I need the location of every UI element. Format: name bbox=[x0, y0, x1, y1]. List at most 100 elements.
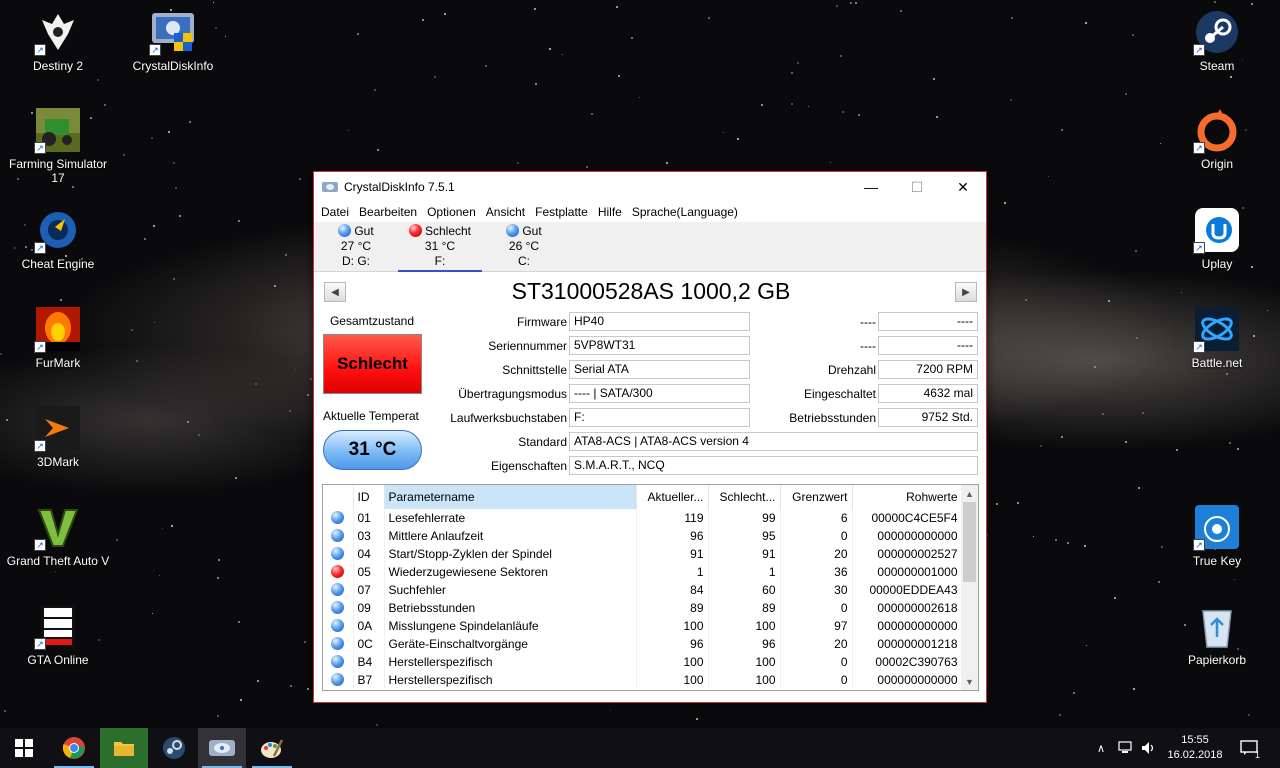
menu-hilfe[interactable]: Hilfe bbox=[593, 205, 627, 219]
battlenet-icon: ↗ bbox=[1193, 305, 1241, 353]
desktop-icon-gta5[interactable]: ↗ Grand Theft Auto V bbox=[4, 503, 112, 568]
desktop-icon-label: 3DMark bbox=[36, 455, 79, 469]
gta-online-icon: ↗ bbox=[34, 602, 82, 650]
minimize-button[interactable]: — bbox=[848, 172, 894, 202]
scrollbar-thumb[interactable] bbox=[963, 502, 976, 582]
action-center-button[interactable]: 1 bbox=[1236, 728, 1262, 768]
column-header-parameter-name[interactable]: Parametername bbox=[384, 485, 637, 509]
column-header-raw-values[interactable]: Rohwerte bbox=[852, 485, 963, 509]
desktop-icon-3dmark[interactable]: ↗ 3DMark bbox=[4, 404, 112, 469]
desktop-icon-recycle-bin[interactable]: Papierkorb bbox=[1163, 602, 1271, 667]
table-row[interactable]: 03 Mittlere Anlaufzeit 96 95 0 000000000000 bbox=[323, 527, 963, 545]
crystaldiskinfo-taskbar-icon bbox=[209, 740, 235, 756]
desktop-icon-label: Destiny 2 bbox=[32, 59, 84, 73]
desktop-icon-label: Battle.net bbox=[1191, 356, 1243, 370]
threshold-value: 20 bbox=[780, 635, 853, 653]
column-header-status[interactable] bbox=[323, 485, 354, 509]
table-row[interactable]: 01 Lesefehlerrate 119 99 6 00000C4CE5F4 bbox=[323, 509, 963, 527]
desktop-icon-uplay[interactable]: ↗ Uplay bbox=[1163, 206, 1271, 271]
column-header-worst[interactable]: Schlecht... bbox=[708, 485, 781, 509]
volume-icon[interactable] bbox=[1138, 728, 1160, 768]
drive-status: Gut bbox=[354, 224, 374, 238]
farming-simulator-icon: ↗ bbox=[34, 106, 82, 154]
column-header-threshold[interactable]: Grenzwert bbox=[780, 485, 853, 509]
close-button[interactable]: ✕ bbox=[940, 172, 986, 202]
worst-value: 95 bbox=[708, 527, 781, 545]
desktop-icon-furmark[interactable]: ↗ FurMark bbox=[4, 305, 112, 370]
desktop-icon-destiny-2[interactable]: ↗ Destiny 2 bbox=[4, 8, 112, 73]
table-row[interactable]: B4 Herstellerspezifisch 100 100 0 00002C39076… bbox=[323, 653, 963, 671]
menu-sprache[interactable]: Sprache(Language) bbox=[627, 205, 743, 219]
current-value: 100 bbox=[636, 671, 709, 689]
table-row[interactable]: 07 Suchfehler 84 60 30 00000EDDEA43 bbox=[323, 581, 963, 599]
taskbar-paint[interactable] bbox=[248, 728, 296, 768]
drive-tab-f[interactable]: Schlecht 31 °C F: bbox=[398, 222, 482, 272]
threshold-value: 6 bbox=[780, 509, 853, 527]
network-icon[interactable] bbox=[1114, 728, 1136, 768]
attribute-id: 09 bbox=[353, 599, 385, 617]
drive-model: ST31000528AS 1000,2 GB bbox=[511, 278, 791, 304]
table-row[interactable]: 05 Wiederzugewiesene Sektoren 1 1 36 00000000… bbox=[323, 563, 963, 581]
desktop-icon-cheat-engine[interactable]: ↗ Cheat Engine bbox=[4, 206, 112, 271]
menu-festplatte[interactable]: Festplatte bbox=[530, 205, 593, 219]
column-header-current[interactable]: Aktueller... bbox=[636, 485, 709, 509]
desktop-icon-label: True Key bbox=[1192, 554, 1242, 568]
attribute-name: Mittlere Anlaufzeit bbox=[384, 527, 637, 545]
desktop-icon-farming-simulator[interactable]: ↗ Farming Simulator 17 bbox=[4, 106, 112, 185]
menu-datei[interactable]: Datei bbox=[316, 205, 354, 219]
menu-optionen[interactable]: Optionen bbox=[422, 205, 481, 219]
taskbar-file-explorer[interactable] bbox=[100, 728, 148, 768]
raw-value: 000000000000 bbox=[852, 671, 963, 689]
attribute-id: 0A bbox=[353, 617, 385, 635]
attribute-id: 01 bbox=[353, 509, 385, 527]
current-value: 89 bbox=[636, 599, 709, 617]
column-header-id[interactable]: ID bbox=[353, 485, 385, 509]
table-row[interactable]: 0C Geräte-Einschaltvorgänge 96 96 20 00000000… bbox=[323, 635, 963, 653]
uplay-icon: ↗ bbox=[1193, 206, 1241, 254]
status-good-icon bbox=[338, 224, 352, 237]
table-row[interactable]: 09 Betriebsstunden 89 89 0 000000002618 bbox=[323, 599, 963, 617]
desktop-icon-steam[interactable]: ↗ Steam bbox=[1163, 8, 1271, 73]
drive-tab-d-g[interactable]: Gut 27 °C D: G: bbox=[314, 222, 398, 272]
next-drive-button[interactable]: ▶ bbox=[955, 282, 977, 302]
worst-value: 60 bbox=[708, 581, 781, 599]
taskbar-crystaldiskinfo[interactable] bbox=[198, 728, 246, 768]
taskbar-chrome[interactable] bbox=[50, 728, 98, 768]
raw-value: 000000002527 bbox=[852, 545, 963, 563]
table-row[interactable]: 0A Misslungene Spindelanläufe 100 100 97 0000… bbox=[323, 617, 963, 635]
desktop-icon-label: GTA Online bbox=[27, 653, 89, 667]
drive-tab-c[interactable]: Gut 26 °C C: bbox=[482, 222, 566, 272]
desktop-icon-battlenet[interactable]: ↗ Battle.net bbox=[1163, 305, 1271, 370]
table-row[interactable]: 04 Start/Stopp-Zyklen der Spindel 91 91 20 00… bbox=[323, 545, 963, 563]
desktop-icon-gta-online[interactable]: ↗ GTA Online bbox=[4, 602, 112, 667]
scroll-down-icon[interactable]: ▼ bbox=[961, 673, 978, 690]
table-row[interactable]: B7 Herstellerspezifisch 100 100 0 00000000000… bbox=[323, 671, 963, 689]
temperature-badge[interactable]: 31 °C bbox=[323, 430, 422, 470]
desktop-icon-truekey[interactable]: ↗ True Key bbox=[1163, 503, 1271, 568]
desktop-icon-crystaldiskinfo[interactable]: ↗ CrystalDiskInfo bbox=[119, 8, 227, 73]
drive-letters: C: bbox=[518, 254, 530, 268]
threshold-value: 0 bbox=[780, 653, 853, 671]
taskbar-steam[interactable] bbox=[150, 728, 198, 768]
scroll-up-icon[interactable]: ▲ bbox=[961, 485, 978, 502]
status-cell bbox=[323, 599, 354, 617]
desktop-icon-origin[interactable]: ↗ Origin bbox=[1163, 106, 1271, 171]
start-button[interactable] bbox=[0, 728, 48, 768]
worst-value: 99 bbox=[708, 509, 781, 527]
attribute-name: Herstellerspezifisch bbox=[384, 653, 637, 671]
crystaldiskinfo-window: CrystalDiskInfo 7.5.1 — ☐ ✕ Datei Bearbe… bbox=[313, 171, 987, 703]
status-good-icon bbox=[331, 673, 345, 686]
tray-chevron-up-icon[interactable]: ∧ bbox=[1092, 728, 1110, 768]
menu-bearbeiten[interactable]: Bearbeiten bbox=[354, 205, 422, 219]
threshold-value: 0 bbox=[780, 527, 853, 545]
worst-value: 1 bbox=[708, 563, 781, 581]
attribute-name: Lesefehlerrate bbox=[384, 509, 637, 527]
menu-ansicht[interactable]: Ansicht bbox=[481, 205, 530, 219]
table-scrollbar[interactable]: ▲ ▼ bbox=[961, 485, 978, 690]
maximize-button[interactable]: ☐ bbox=[894, 172, 940, 202]
health-status-badge[interactable]: Schlecht bbox=[323, 334, 422, 394]
interface-field: Serial ATA bbox=[569, 360, 750, 379]
title-bar[interactable]: CrystalDiskInfo 7.5.1 — ☐ ✕ bbox=[314, 172, 986, 202]
system-clock[interactable]: 15:55 16.02.2018 bbox=[1160, 733, 1230, 763]
firmware-label: Firmware bbox=[517, 315, 567, 329]
